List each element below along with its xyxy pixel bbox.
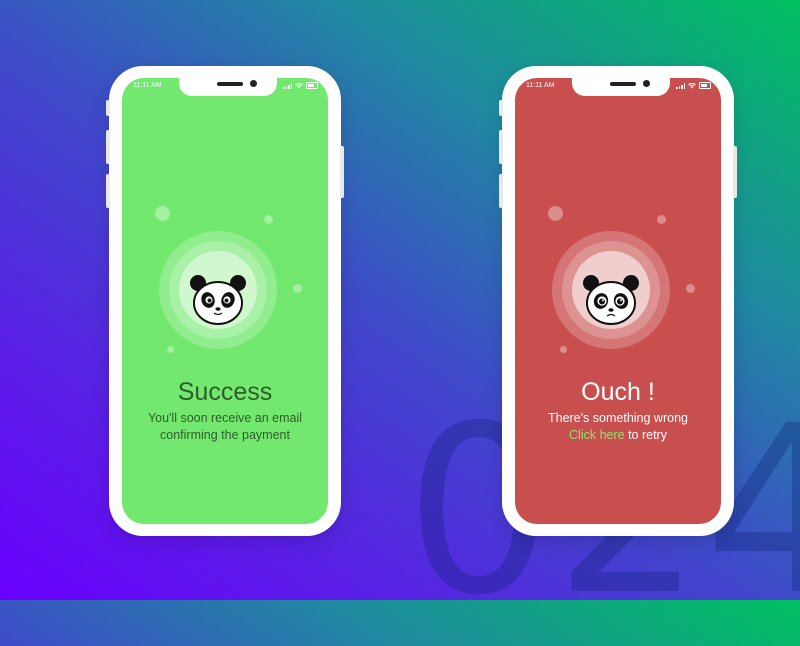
speaker (217, 82, 243, 86)
status-icons (676, 82, 711, 89)
front-camera (250, 80, 257, 87)
decor-bubble (293, 284, 302, 293)
error-message: There's something wrong Click here to re… (515, 410, 721, 444)
decor-bubble (264, 215, 273, 224)
battery-icon (306, 82, 318, 89)
success-screen: 11:11 AM Success You'll soon receive an … (122, 78, 328, 524)
speaker (610, 82, 636, 86)
signal-icon (283, 82, 292, 89)
panda-happy-icon (190, 275, 246, 325)
decor-bubble (548, 206, 563, 221)
signal-icon (676, 82, 685, 89)
status-time: 11:11 AM (526, 82, 555, 89)
error-message-line2: Click here to retry (515, 427, 721, 444)
decor-bubble (686, 284, 695, 293)
volume-down-button (499, 174, 503, 208)
error-title: Ouch ! (581, 378, 655, 406)
power-button (733, 146, 737, 198)
retry-link[interactable]: Click here (569, 428, 625, 442)
phone-success: 11:11 AM Success You'll soon receive an … (106, 66, 344, 536)
success-message: You'll soon receive an email confirming … (122, 410, 328, 444)
mute-switch (499, 100, 503, 116)
decor-bubble (560, 346, 567, 353)
wifi-icon (295, 82, 303, 88)
phone-error: 11:11 AM Ouch ! There's something wrong … (499, 66, 737, 536)
decor-bubble (657, 215, 666, 224)
decor-bubble (155, 206, 170, 221)
success-message-line2: confirming the payment (160, 428, 290, 442)
power-button (340, 146, 344, 198)
front-camera (643, 80, 650, 87)
retry-suffix: to retry (624, 428, 667, 442)
volume-up-button (499, 130, 503, 164)
volume-up-button (106, 130, 110, 164)
panda-sad-icon (583, 275, 639, 325)
error-screen: 11:11 AM Ouch ! There's something wrong … (515, 78, 721, 524)
decor-bubble (167, 346, 174, 353)
wifi-icon (688, 82, 696, 88)
volume-down-button (106, 174, 110, 208)
status-time: 11:11 AM (133, 82, 162, 89)
mute-switch (106, 100, 110, 116)
success-title: Success (177, 378, 273, 406)
notch (179, 78, 277, 96)
success-message-line1: You'll soon receive an email (147, 411, 303, 425)
notch (572, 78, 670, 96)
error-message-line1: There's something wrong (548, 411, 688, 425)
battery-icon (699, 82, 711, 89)
status-icons (283, 82, 318, 89)
